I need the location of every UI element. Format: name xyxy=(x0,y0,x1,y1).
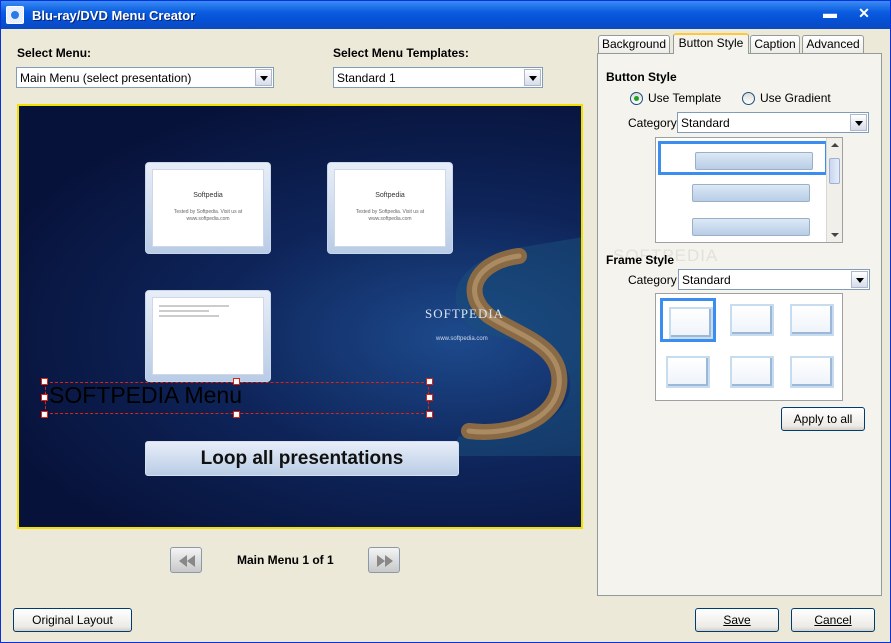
menu-title[interactable]: SOFTPEDIA Menu xyxy=(49,382,242,409)
select-menu-value: Main Menu (select presentation) xyxy=(20,71,192,85)
scroll-down-icon[interactable] xyxy=(831,233,839,237)
copyright-strip xyxy=(567,246,575,496)
select-template-value: Standard 1 xyxy=(337,71,396,85)
thumb-subtitle: Tested by Softpedia. Visit us at www.sof… xyxy=(173,209,243,222)
app-window: Blu-ray/DVD Menu Creator ▬ ✕ Select Menu… xyxy=(0,0,891,643)
button-category-dropdown[interactable]: Standard xyxy=(677,112,869,133)
resize-handle[interactable] xyxy=(426,411,433,418)
resize-handle[interactable] xyxy=(426,378,433,385)
vertical-scrollbar[interactable] xyxy=(826,138,842,242)
use-template-label[interactable]: Use Template xyxy=(648,91,721,105)
fast-forward-icon xyxy=(377,555,393,567)
softpedia-watermark: SOFTPEDIA xyxy=(425,306,505,321)
select-menu-label: Select Menu: xyxy=(17,46,92,60)
apply-to-all-button[interactable]: Apply to all xyxy=(781,407,865,431)
thumb-title: Softpedia xyxy=(375,192,405,199)
button-template-item[interactable] xyxy=(658,141,828,175)
use-gradient-radio[interactable] xyxy=(742,92,755,105)
select-template-label: Select Menu Templates: xyxy=(333,46,469,60)
close-button[interactable]: ✕ xyxy=(853,3,875,25)
button-template-list[interactable] xyxy=(655,137,843,243)
frame-category-value: Standard xyxy=(682,273,731,287)
chevron-down-icon[interactable] xyxy=(851,271,868,288)
frame-template-list[interactable] xyxy=(655,293,843,401)
thumb-subtitle: Tested by Softpedia. Visit us at www.sof… xyxy=(355,209,425,222)
chevron-down-icon[interactable] xyxy=(255,69,272,86)
presentation-thumb[interactable]: Softpedia Tested by Softpedia. Visit us … xyxy=(145,162,271,254)
thumb-page: Softpedia Tested by Softpedia. Visit us … xyxy=(334,169,446,247)
presentation-thumb[interactable]: Softpedia Tested by Softpedia. Visit us … xyxy=(327,162,453,254)
frame-preview xyxy=(669,307,713,339)
button-category-value: Standard xyxy=(681,116,730,130)
button-template-item[interactable] xyxy=(658,176,828,210)
button-preview xyxy=(695,152,813,170)
frame-template-item[interactable] xyxy=(724,298,780,342)
previous-menu-button[interactable] xyxy=(170,547,202,573)
text-line xyxy=(159,315,219,317)
button-preview xyxy=(692,218,810,236)
softpedia-url: www.softpedia.com xyxy=(436,336,488,342)
frame-template-item[interactable] xyxy=(660,298,716,342)
rewind-icon xyxy=(179,555,195,567)
button-category-label: Category xyxy=(628,116,677,130)
text-line xyxy=(159,305,229,307)
resize-handle[interactable] xyxy=(41,411,48,418)
frame-preview xyxy=(790,356,834,388)
frame-template-item[interactable] xyxy=(784,350,840,394)
resize-handle[interactable] xyxy=(426,394,433,401)
thumb-page: Softpedia Tested by Softpedia. Visit us … xyxy=(152,169,264,247)
cancel-button[interactable]: Cancel xyxy=(791,608,875,632)
menu-preview-canvas[interactable]: Softpedia Tested by Softpedia. Visit us … xyxy=(17,104,583,529)
button-template-item[interactable] xyxy=(658,210,828,242)
frame-preview xyxy=(730,356,774,388)
chevron-down-icon[interactable] xyxy=(850,114,867,131)
button-style-title: Button Style xyxy=(606,70,677,84)
frame-template-item[interactable] xyxy=(660,350,716,394)
frame-template-item[interactable] xyxy=(724,350,780,394)
text-line xyxy=(159,310,209,312)
frame-preview xyxy=(730,304,774,336)
use-gradient-label[interactable]: Use Gradient xyxy=(760,91,831,105)
select-menu-dropdown[interactable]: Main Menu (select presentation) xyxy=(16,67,274,88)
original-layout-button[interactable]: Original Layout xyxy=(13,608,132,632)
tab-background[interactable]: Background xyxy=(598,35,670,54)
resize-handle[interactable] xyxy=(233,411,240,418)
thumb-title: Softpedia xyxy=(193,192,223,199)
use-template-radio[interactable] xyxy=(630,92,643,105)
frame-category-dropdown[interactable]: Standard xyxy=(678,269,870,290)
title-bar[interactable]: Blu-ray/DVD Menu Creator ▬ ✕ xyxy=(1,1,890,29)
scroll-thumb[interactable] xyxy=(829,158,840,184)
app-icon xyxy=(6,6,24,24)
resize-handle[interactable] xyxy=(41,378,48,385)
minimize-button[interactable]: ▬ xyxy=(819,3,841,25)
window-title: Blu-ray/DVD Menu Creator xyxy=(32,7,196,23)
frame-template-item[interactable] xyxy=(784,298,840,342)
tab-button-style[interactable]: Button Style xyxy=(673,33,749,54)
frame-category-label: Category xyxy=(628,273,677,287)
save-button[interactable]: Save xyxy=(695,608,779,632)
chevron-down-icon[interactable] xyxy=(524,69,541,86)
loop-all-button[interactable]: Loop all presentations xyxy=(145,441,459,476)
resize-handle[interactable] xyxy=(233,378,240,385)
scroll-up-icon[interactable] xyxy=(831,143,839,147)
page-indicator: Main Menu 1 of 1 xyxy=(237,553,334,567)
select-template-dropdown[interactable]: Standard 1 xyxy=(333,67,543,88)
frame-style-title: Frame Style xyxy=(606,253,675,267)
frame-preview xyxy=(666,356,710,388)
next-menu-button[interactable] xyxy=(368,547,400,573)
island-image xyxy=(449,237,581,456)
thumb-page xyxy=(152,297,264,375)
resize-handle[interactable] xyxy=(41,394,48,401)
button-preview xyxy=(692,184,810,202)
tab-caption[interactable]: Caption xyxy=(750,35,800,54)
frame-preview xyxy=(790,304,834,336)
presentation-thumb[interactable] xyxy=(145,290,271,382)
tab-advanced[interactable]: Advanced xyxy=(802,35,864,54)
